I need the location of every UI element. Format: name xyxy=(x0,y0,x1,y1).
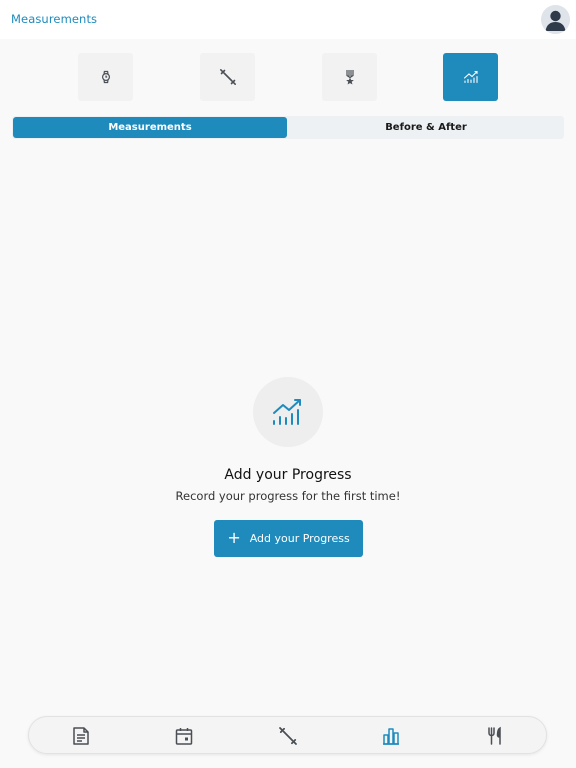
category-tile-watch[interactable] xyxy=(78,53,133,101)
empty-state-icon-circle xyxy=(253,377,323,447)
bar-chart-icon xyxy=(383,728,399,745)
segmented-control: Measurements Before & After xyxy=(12,116,564,139)
category-tile-workout[interactable] xyxy=(200,53,255,101)
page-title: Measurements xyxy=(11,12,98,26)
add-progress-button-label: Add your Progress xyxy=(249,532,350,545)
nav-item-nutrition[interactable] xyxy=(482,723,508,749)
dumbbell-icon xyxy=(219,69,236,85)
fork-knife-icon xyxy=(488,726,501,745)
nav-item-notes[interactable] xyxy=(68,723,94,749)
top-header: Measurements xyxy=(0,0,576,39)
calendar-icon xyxy=(175,728,193,745)
category-tile-achievements[interactable] xyxy=(322,53,377,101)
nav-item-workout[interactable] xyxy=(275,723,301,749)
progress-chart-icon xyxy=(463,70,478,84)
empty-state-title: Add your Progress xyxy=(224,467,352,483)
user-avatar-icon xyxy=(541,5,570,34)
empty-state-subtitle: Record your progress for the first time! xyxy=(175,489,401,503)
nav-item-calendar[interactable] xyxy=(171,723,197,749)
segment-measurements[interactable]: Measurements xyxy=(13,117,287,138)
progress-chart-icon xyxy=(273,399,301,425)
notes-icon xyxy=(73,727,89,745)
segment-before-after[interactable]: Before & After xyxy=(288,116,564,139)
app-root: Measurements Measurements Before & After… xyxy=(0,0,576,768)
watch-icon xyxy=(101,70,110,84)
dumbbell-icon xyxy=(279,727,297,745)
plus-icon: + xyxy=(227,527,241,547)
medal-icon xyxy=(345,70,354,85)
bottom-nav xyxy=(28,716,547,754)
add-progress-button[interactable]: + Add your Progress xyxy=(214,520,363,557)
nav-item-stats[interactable] xyxy=(378,723,404,749)
user-avatar[interactable] xyxy=(541,5,570,34)
category-tile-progress[interactable] xyxy=(443,53,498,101)
